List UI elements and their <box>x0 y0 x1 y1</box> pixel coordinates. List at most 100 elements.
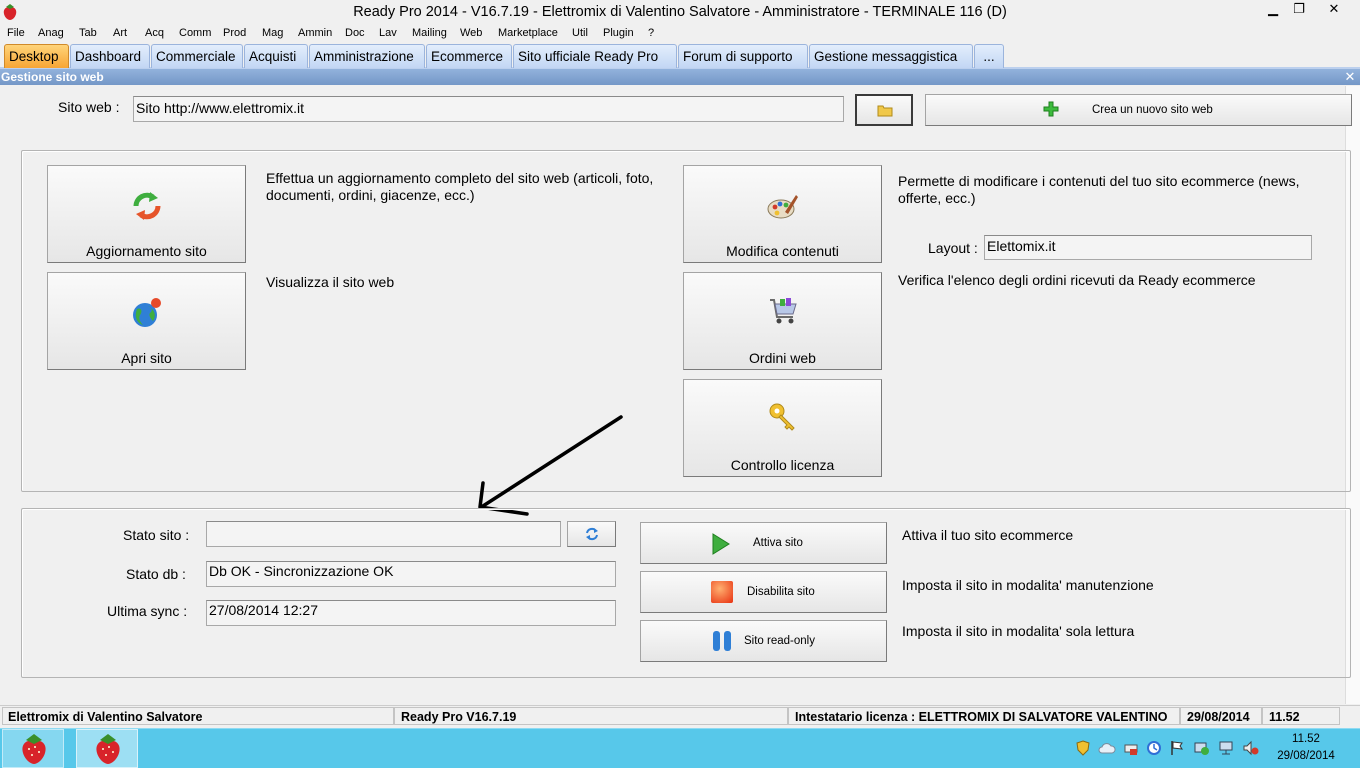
status-license: Intestatario licenza : ELETTROMIX DI SAL… <box>788 707 1180 725</box>
cloud-icon[interactable] <box>1098 740 1116 756</box>
menu-util[interactable]: Util <box>572 24 588 42</box>
layout-label: Layout : <box>928 240 978 256</box>
site-status-field[interactable] <box>206 521 561 547</box>
key-icon <box>769 403 795 431</box>
open-site-label: Apri sito <box>121 350 172 366</box>
pause-icon <box>713 631 731 651</box>
menu-help[interactable]: ? <box>648 24 654 42</box>
new-site-button[interactable]: Crea un nuovo sito web <box>925 94 1352 126</box>
menu-lav[interactable]: Lav <box>379 24 397 42</box>
speaker-muted-icon[interactable] <box>1243 740 1259 756</box>
open-site-description: Visualizza il sito web <box>266 274 395 290</box>
menu-art[interactable]: Art <box>113 24 127 42</box>
menu-marketplace[interactable]: Marketplace <box>498 24 558 42</box>
license-check-label: Controllo licenza <box>730 457 835 473</box>
shopping-cart-icon <box>770 298 797 324</box>
activate-site-button[interactable]: Attiva sito <box>640 522 887 564</box>
disable-site-button[interactable]: Disabilita sito <box>640 571 887 613</box>
play-icon <box>712 533 730 555</box>
tab-sito-ufficiale[interactable]: Sito ufficiale Ready Pro <box>513 44 677 68</box>
status-company: Elettromix di Valentino Salvatore <box>2 707 394 725</box>
menu-acq[interactable]: Acq <box>145 24 164 42</box>
last-sync-field: 27/08/2014 12:27 <box>206 600 616 626</box>
tab-messaggistica[interactable]: Gestione messaggistica <box>809 44 973 68</box>
tab-dashboard[interactable]: Dashboard <box>70 44 150 68</box>
activate-site-description: Attiva il tuo sito ecommerce <box>902 527 1074 543</box>
close-button[interactable]: ✕ <box>1312 0 1356 20</box>
db-status-field: Db OK - Sincronizzazione OK <box>206 561 616 587</box>
activate-site-label: Attiva sito <box>753 537 803 549</box>
site-label: Sito web : <box>58 99 120 115</box>
db-status-label: Stato db : <box>126 566 186 582</box>
update-site-button[interactable]: Aggiornamento sito <box>47 165 246 263</box>
menu-mailing[interactable]: Mailing <box>412 24 447 42</box>
disable-site-description: Imposta il sito in modalita' manutenzion… <box>902 577 1154 593</box>
window-title: Ready Pro 2014 - V16.7.19 - Elettromix d… <box>353 4 1007 20</box>
menu-prod[interactable]: Prod <box>223 24 246 42</box>
minimize-button[interactable]: ▁ <box>1260 0 1286 20</box>
status-date: 29/08/2014 <box>1180 707 1262 725</box>
network-icon[interactable] <box>1218 740 1234 756</box>
web-orders-button[interactable]: Ordini web <box>683 272 882 370</box>
status-version: Ready Pro V16.7.19 <box>394 707 788 725</box>
update-site-description: Effettua un aggiornamento completo del s… <box>266 170 654 203</box>
security-check-icon[interactable] <box>1194 740 1210 756</box>
refresh-icon <box>586 527 598 541</box>
palette-icon <box>767 195 798 219</box>
menu-plugin[interactable]: Plugin <box>603 24 634 42</box>
browse-site-button[interactable] <box>855 94 913 126</box>
menu-doc[interactable]: Doc <box>345 24 365 42</box>
menu-mag[interactable]: Mag <box>262 24 283 42</box>
tab-ecommerce[interactable]: Ecommerce <box>426 44 512 68</box>
panel-close-button[interactable]: ✕ <box>1342 69 1358 85</box>
tab-amministrazione[interactable]: Amministrazione <box>309 44 425 68</box>
readonly-site-label: Sito read-only <box>744 635 815 647</box>
shield-icon[interactable] <box>1076 740 1090 756</box>
layout-field[interactable]: Elettomix.it <box>984 235 1312 260</box>
web-orders-label: Ordini web <box>749 350 816 366</box>
open-site-button[interactable]: Apri sito <box>47 272 246 370</box>
readonly-site-description: Imposta il sito in modalita' sola lettur… <box>902 623 1135 639</box>
disable-site-label: Disabilita sito <box>747 586 815 598</box>
clock-date[interactable]: 29/08/2014 <box>1270 750 1342 762</box>
panel-title: Gestione sito web <box>0 69 1360 85</box>
refresh-status-button[interactable] <box>567 521 616 547</box>
tab-desktop[interactable]: Desktop <box>4 44 69 68</box>
tab-forum[interactable]: Forum di supporto <box>678 44 808 68</box>
globe-icon <box>133 298 161 327</box>
menu-tab[interactable]: Tab <box>79 24 97 42</box>
tab-more[interactable]: ... <box>974 44 1004 68</box>
stop-icon <box>711 581 733 603</box>
last-sync-label: Ultima sync : <box>107 603 188 619</box>
menu-web[interactable]: Web <box>460 24 482 42</box>
edit-content-button[interactable]: Modifica contenuti <box>683 165 882 263</box>
taskbar-readypro-1[interactable] <box>2 729 64 768</box>
taskbar-readypro-2[interactable] <box>76 729 138 768</box>
clock-time[interactable]: 11.52 <box>1276 733 1336 745</box>
maximize-button[interactable]: ❐ <box>1286 0 1312 20</box>
strawberry-icon <box>96 734 120 764</box>
web-orders-description: Verifica l'elenco degli ordini ricevuti … <box>898 272 1256 288</box>
hand-drawn-arrow <box>478 415 623 516</box>
folder-icon <box>877 105 893 117</box>
menu-ammin[interactable]: Ammin <box>298 24 332 42</box>
sync-icon[interactable] <box>1146 740 1162 756</box>
license-check-button[interactable]: Controllo licenza <box>683 379 882 477</box>
edit-content-label: Modifica contenuti <box>726 243 839 259</box>
edit-content-description: Permette di modificare i contenuti del t… <box>898 173 1300 206</box>
refresh-arrows-icon <box>133 192 161 220</box>
menu-file[interactable]: File <box>7 24 25 42</box>
new-site-label: Crea un nuovo sito web <box>1092 104 1213 116</box>
status-time: 11.52 <box>1262 707 1340 725</box>
readonly-site-button[interactable]: Sito read-only <box>640 620 887 662</box>
strawberry-icon <box>22 734 46 764</box>
menu-anag[interactable]: Anag <box>38 24 64 42</box>
printer-alert-icon[interactable] <box>1124 740 1138 756</box>
menu-comm[interactable]: Comm <box>179 24 211 42</box>
plus-icon <box>1043 101 1059 117</box>
site-field[interactable]: Sito http://www.elettromix.it <box>133 96 844 122</box>
flag-icon[interactable] <box>1170 740 1184 756</box>
site-status-label: Stato sito : <box>123 527 190 543</box>
tab-commerciale[interactable]: Commerciale <box>151 44 243 68</box>
tab-acquisti[interactable]: Acquisti <box>244 44 308 68</box>
